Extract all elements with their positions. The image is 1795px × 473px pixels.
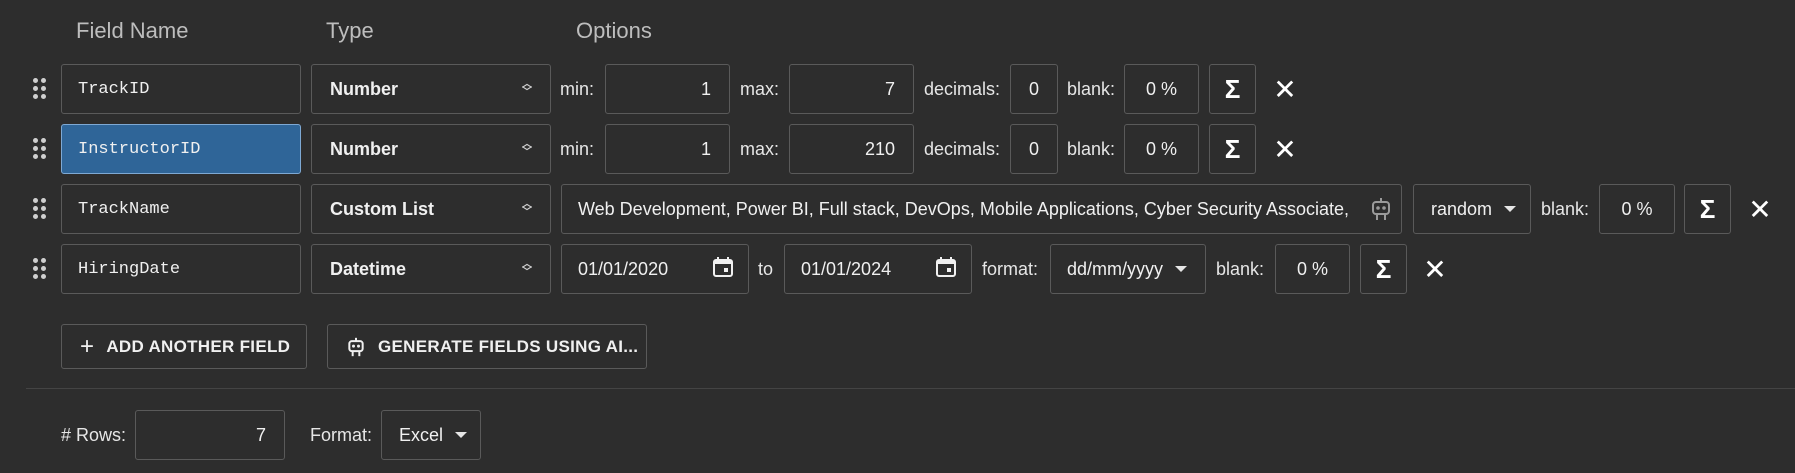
format-label: Format: <box>310 424 373 445</box>
caret-down-icon <box>1504 206 1517 212</box>
min-label: min: <box>560 138 595 159</box>
type-label: Datetime <box>330 258 407 279</box>
close-icon[interactable]: ✕ <box>1268 124 1302 174</box>
header-type: Type <box>326 18 374 43</box>
min-label: min: <box>560 78 595 99</box>
custom-list-input[interactable]: Web Development, Power BI, Full stack, D… <box>561 184 1402 234</box>
sigma-icon[interactable]: Σ <box>1209 124 1256 174</box>
to-label: to <box>758 258 774 279</box>
max-label: max: <box>740 138 780 159</box>
generate-ai-button[interactable]: GENERATE FIELDS USING AI... <box>327 324 647 369</box>
format-value: dd/mm/yyyy <box>1067 258 1164 279</box>
output-format-select[interactable]: Excel <box>381 410 481 460</box>
sigma-icon[interactable]: Σ <box>1209 64 1256 114</box>
type-select[interactable]: Number ︿ ﹀ <box>311 124 551 174</box>
close-icon[interactable]: ✕ <box>1268 64 1302 114</box>
max-input[interactable]: 210 <box>789 124 914 174</box>
updown-chevron-icon: ︿ ﹀ <box>522 79 532 98</box>
robot-icon[interactable] <box>1369 196 1393 222</box>
max-input[interactable]: 7 <box>789 64 914 114</box>
divider <box>26 388 1795 389</box>
blank-label: blank: <box>1541 198 1590 219</box>
drag-handle-icon[interactable] <box>33 138 46 159</box>
field-name-input[interactable]: HiringDate <box>61 244 301 294</box>
rows-label: # Rows: <box>61 424 127 445</box>
plus-icon: + <box>80 332 95 360</box>
close-icon[interactable]: ✕ <box>1743 184 1777 234</box>
type-label: Number <box>330 78 399 99</box>
sigma-icon[interactable]: Σ <box>1360 244 1407 294</box>
decimals-input[interactable]: 0 <box>1010 124 1058 174</box>
decimals-label: decimals: <box>924 78 1001 99</box>
type-select[interactable]: Custom List ︿ ﹀ <box>311 184 551 234</box>
order-value: random <box>1431 198 1493 219</box>
type-select[interactable]: Number ︿ ﹀ <box>311 64 551 114</box>
min-input[interactable]: 1 <box>605 124 730 174</box>
date-to-input[interactable]: 01/01/2024 <box>784 244 972 294</box>
caret-down-icon <box>1175 266 1188 272</box>
blank-input[interactable]: 0 % <box>1124 124 1199 174</box>
add-field-button[interactable]: + ADD ANOTHER FIELD <box>61 324 307 369</box>
output-format-value: Excel <box>399 424 444 445</box>
rows-input[interactable]: 7 <box>135 410 285 460</box>
updown-chevron-icon: ︿ ﹀ <box>522 259 532 278</box>
generate-ai-label: GENERATE FIELDS USING AI... <box>378 336 639 356</box>
blank-label: blank: <box>1067 138 1116 159</box>
header-field-name: Field Name <box>76 18 189 43</box>
decimals-input[interactable]: 0 <box>1010 64 1058 114</box>
blank-input[interactable]: 0 % <box>1124 64 1199 114</box>
header-options: Options <box>576 18 652 43</box>
updown-chevron-icon: ︿ ﹀ <box>522 139 532 158</box>
min-input[interactable]: 1 <box>605 64 730 114</box>
date-from-input[interactable]: 01/01/2020 <box>561 244 749 294</box>
updown-chevron-icon: ︿ ﹀ <box>522 199 532 218</box>
type-select[interactable]: Datetime ︿ ﹀ <box>311 244 551 294</box>
field-name-input[interactable]: TrackName <box>61 184 301 234</box>
date-from-value: 01/01/2020 <box>578 258 669 279</box>
type-label: Number <box>330 138 399 159</box>
drag-handle-icon[interactable] <box>33 198 46 219</box>
format-select[interactable]: dd/mm/yyyy <box>1050 244 1206 294</box>
calendar-icon[interactable] <box>712 256 734 283</box>
date-to-value: 01/01/2024 <box>801 258 892 279</box>
format-label: format: <box>982 258 1039 279</box>
calendar-icon[interactable] <box>935 256 957 283</box>
blank-label: blank: <box>1216 258 1265 279</box>
field-name-input[interactable]: TrackID <box>61 64 301 114</box>
robot-icon <box>346 336 366 358</box>
decimals-label: decimals: <box>924 138 1001 159</box>
field-name-input[interactable]: InstructorID <box>61 124 301 174</box>
type-label: Custom List <box>330 198 435 219</box>
add-field-label: ADD ANOTHER FIELD <box>106 336 291 356</box>
custom-list-value: Web Development, Power BI, Full stack, D… <box>578 198 1348 219</box>
blank-input[interactable]: 0 % <box>1599 184 1675 234</box>
drag-handle-icon[interactable] <box>33 258 46 279</box>
max-label: max: <box>740 78 780 99</box>
blank-input[interactable]: 0 % <box>1275 244 1350 294</box>
close-icon[interactable]: ✕ <box>1418 244 1452 294</box>
drag-handle-icon[interactable] <box>33 78 46 99</box>
order-select[interactable]: random <box>1413 184 1531 234</box>
sigma-icon[interactable]: Σ <box>1684 184 1731 234</box>
blank-label: blank: <box>1067 78 1116 99</box>
caret-down-icon <box>455 432 468 438</box>
